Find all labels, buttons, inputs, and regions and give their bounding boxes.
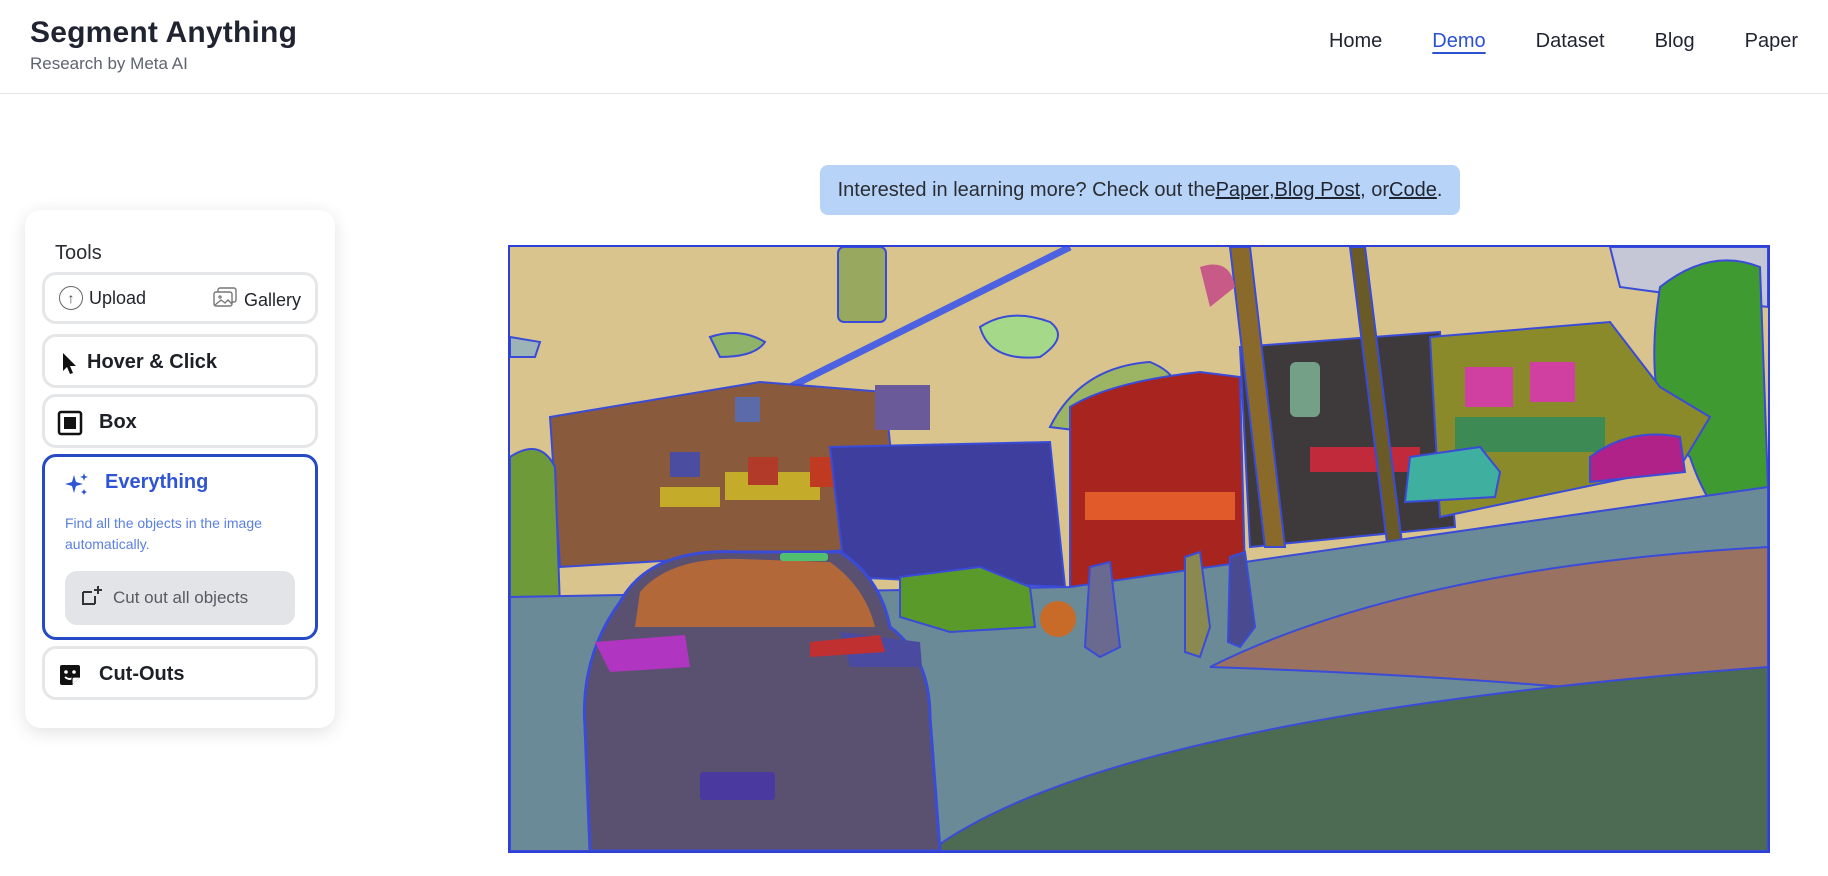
cut-out-all-button[interactable]: Cut out all objects <box>65 571 295 625</box>
site-subtitle: Research by Meta AI <box>30 54 188 73</box>
nav-blog[interactable]: Blog <box>1655 30 1695 53</box>
everything-tool[interactable]: Everything Find all the objects in the i… <box>42 454 318 640</box>
banner-blog-link[interactable]: Blog Post <box>1275 179 1361 202</box>
site-title[interactable]: Segment Anything <box>30 16 297 50</box>
box-square-icon <box>57 410 83 436</box>
upload-button[interactable]: ↑ Upload <box>59 286 146 310</box>
banner-sep-2: , or <box>1360 178 1390 201</box>
sparkles-icon <box>63 471 89 497</box>
box-label: Box <box>99 411 137 433</box>
cutouts-label: Cut-Outs <box>99 663 185 685</box>
banner-prefix: Interested in learning more? Check out t… <box>837 178 1216 201</box>
everything-label: Everything <box>105 471 209 493</box>
gallery-button[interactable]: Gallery <box>212 286 301 315</box>
brand[interactable]: Segment Anything Research by Meta AI <box>30 16 297 74</box>
everything-description: Find all the objects in the image automa… <box>65 515 262 552</box>
banner-code-link[interactable]: Code <box>1389 179 1437 202</box>
upload-arrow-icon: ↑ <box>59 286 83 310</box>
nav-dataset[interactable]: Dataset <box>1536 30 1605 53</box>
banner-paper-link[interactable]: Paper <box>1216 179 1269 202</box>
upload-gallery-row: ↑ Upload Gallery <box>42 272 318 324</box>
hover-click-label: Hover & Click <box>87 351 218 373</box>
segmented-street-image <box>510 247 1768 851</box>
hover-click-tool[interactable]: Hover & Click <box>42 334 318 388</box>
cursor-pointer-icon <box>57 350 83 376</box>
sticker-icon <box>57 662 83 688</box>
nav-paper[interactable]: Paper <box>1745 30 1798 53</box>
box-tool[interactable]: Box <box>42 394 318 448</box>
info-banner: Interested in learning more? Check out t… <box>820 165 1460 215</box>
crop-plus-icon <box>79 584 103 613</box>
gallery-label: Gallery <box>243 290 301 310</box>
nav-demo[interactable]: Demo <box>1432 30 1485 53</box>
banner-suffix: . <box>1436 178 1443 201</box>
tools-panel: Tools ↑ Upload Gallery Hover & Click Box… <box>25 210 335 728</box>
cut-out-all-label: Cut out all objects <box>113 588 249 607</box>
site-header: Segment Anything Research by Meta AI Hom… <box>0 0 1828 94</box>
segmentation-canvas[interactable] <box>508 245 1770 853</box>
gallery-image-icon <box>212 286 238 315</box>
nav-home[interactable]: Home <box>1329 30 1382 53</box>
cutouts-tool[interactable]: Cut-Outs <box>42 646 318 700</box>
tools-title: Tools <box>55 242 102 264</box>
upload-label: Upload <box>89 287 147 308</box>
main-nav: Home Demo Dataset Blog Paper <box>1329 30 1798 53</box>
